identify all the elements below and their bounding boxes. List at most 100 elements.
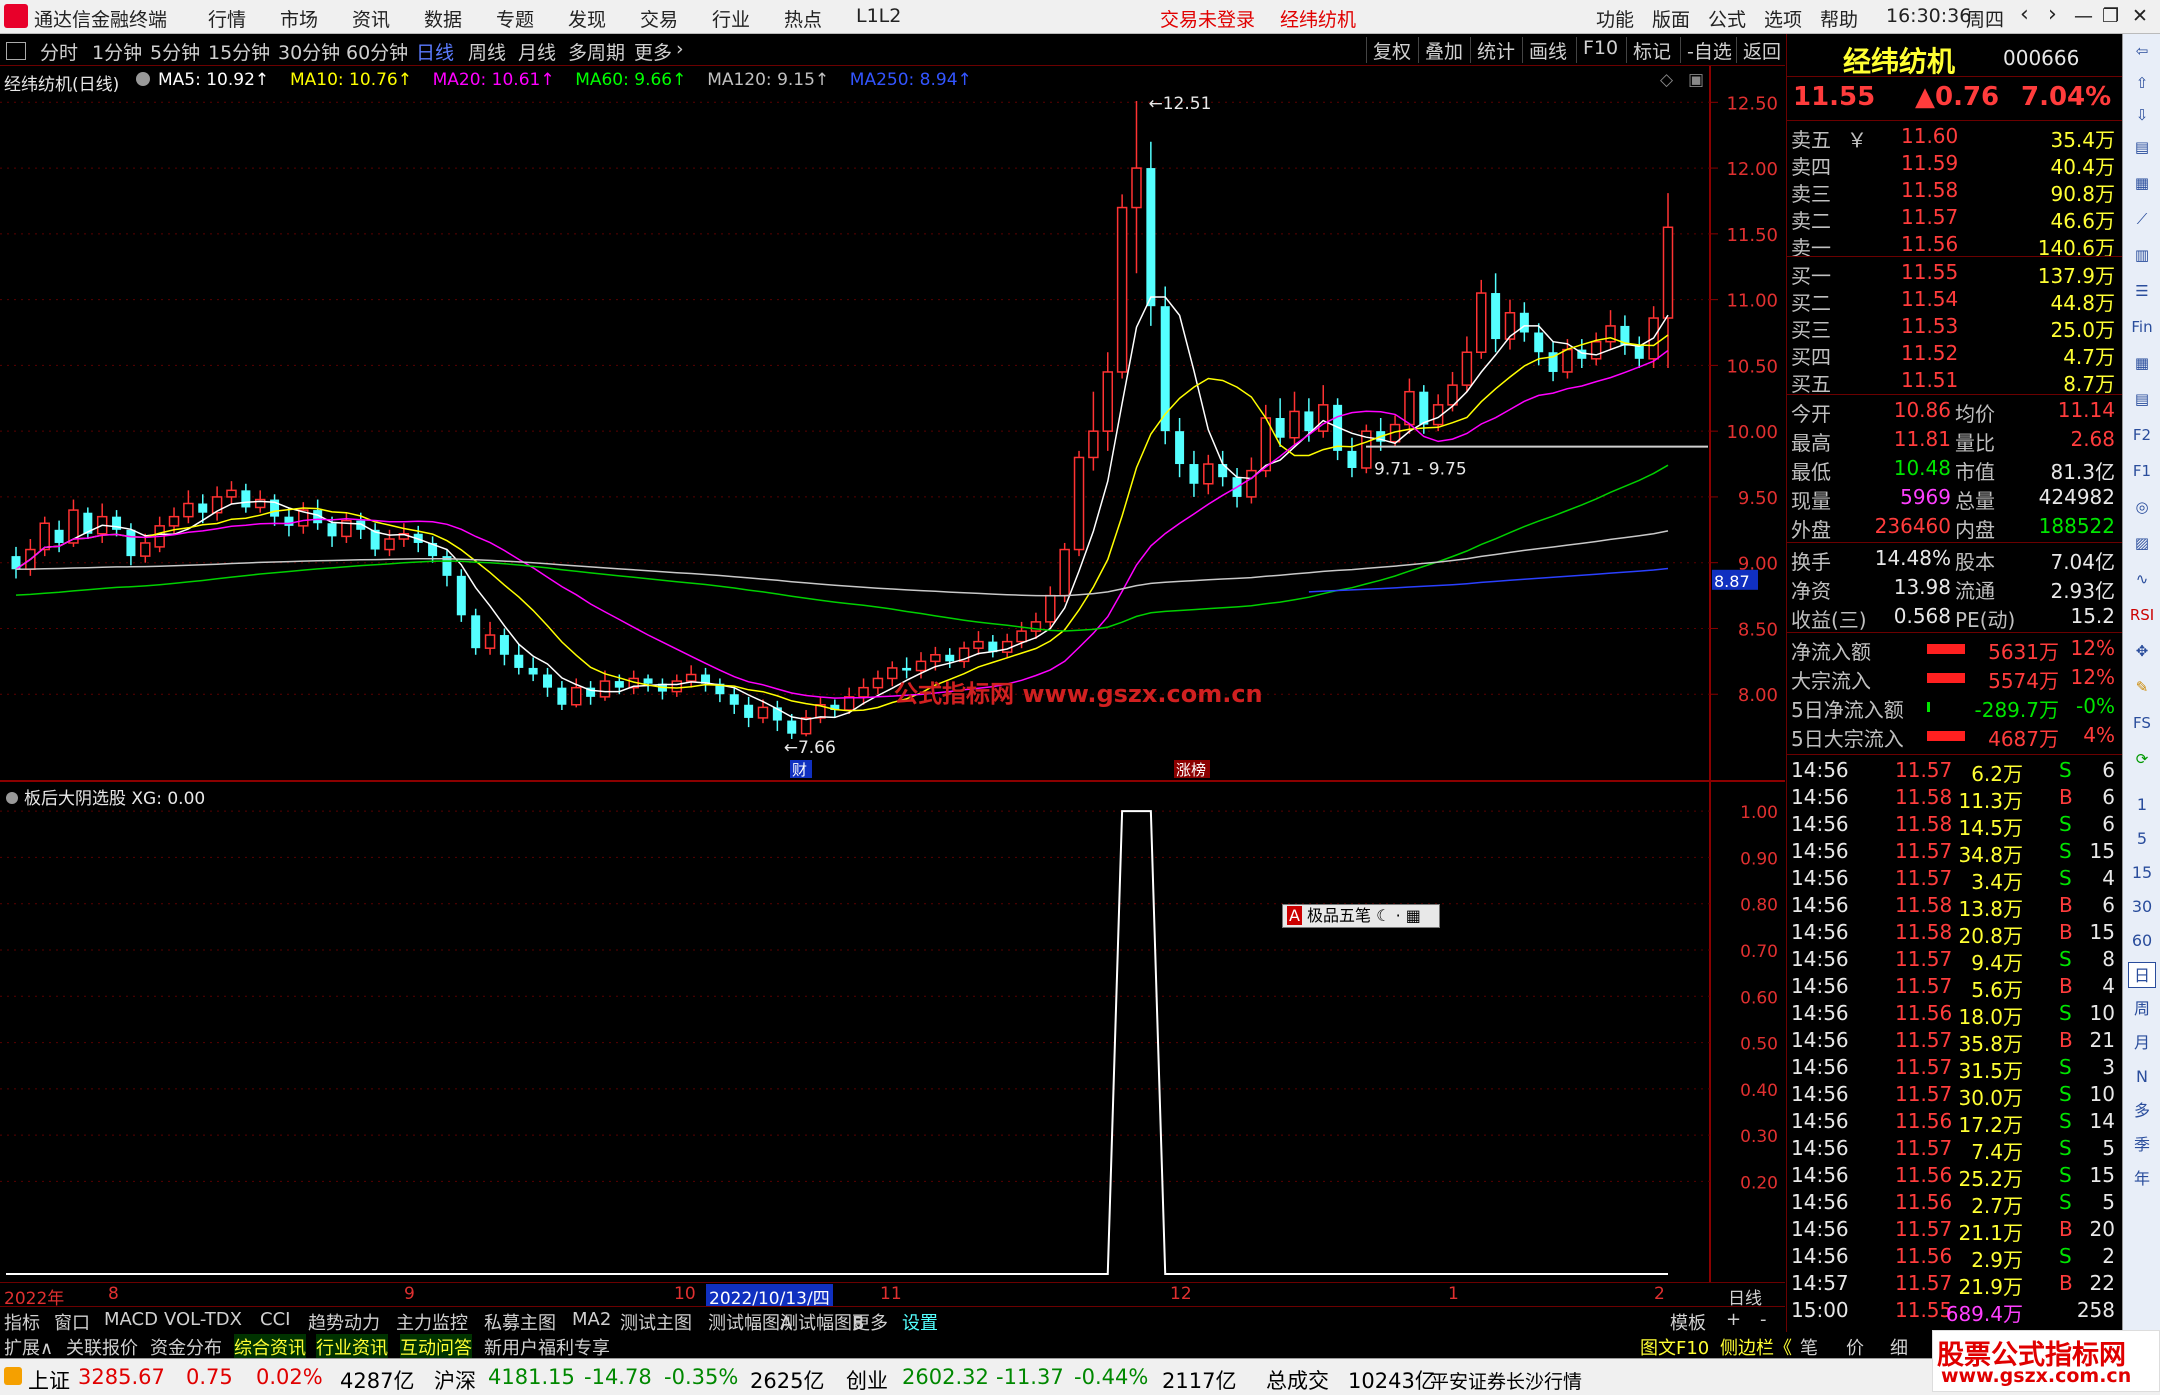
flow-key[interactable]: 大宗流入 bbox=[1791, 665, 1871, 694]
tick-side[interactable]: S bbox=[2059, 1190, 2072, 1214]
flow-row[interactable]: 大宗流入 5574万 12% bbox=[1791, 665, 2119, 694]
stat2-key[interactable]: PE(动) bbox=[1955, 604, 2015, 633]
tick-price[interactable]: 11.55 bbox=[1895, 1298, 1952, 1322]
tick-time[interactable]: 14:56 bbox=[1791, 812, 1849, 836]
ask-row[interactable]: 卖三 11.58 90.8万 bbox=[1791, 178, 2119, 206]
side-chart2-icon[interactable]: ▨ bbox=[2128, 530, 2156, 556]
indicator-right-btn[interactable]: + bbox=[1726, 1309, 1741, 1330]
tick-time[interactable]: 14:56 bbox=[1791, 758, 1849, 782]
period-daily[interactable]: 日线 bbox=[416, 38, 454, 65]
menu-item-bangzhu[interactable]: 帮助 bbox=[1820, 5, 1858, 32]
tool-fanhui[interactable]: 返回 bbox=[1736, 37, 1787, 63]
tick-row[interactable]: 14:56 11.57 31.5万 S 3 bbox=[1791, 1055, 2119, 1083]
bid-row[interactable]: 买二 11.54 44.8万 bbox=[1791, 287, 2119, 315]
tick-price[interactable]: 11.57 bbox=[1895, 947, 1952, 971]
tick-row[interactable]: 14:56 11.56 2.7万 S 5 bbox=[1791, 1190, 2119, 1219]
period-more[interactable]: 更多 bbox=[634, 38, 672, 65]
stat-value[interactable]: 11.14 bbox=[2058, 398, 2115, 422]
stat-row[interactable]: 今开 10.86 均价 11.14 bbox=[1791, 398, 2119, 426]
bid-label[interactable]: 买一 bbox=[1791, 260, 1831, 289]
stat-value[interactable]: 10.86 bbox=[1894, 398, 1951, 422]
side-wave-icon[interactable]: ∿ bbox=[2128, 566, 2156, 592]
period-fenshi[interactable]: 分时 bbox=[40, 38, 78, 65]
tick-side[interactable]: S bbox=[2059, 1001, 2072, 1025]
tick-volume[interactable]: 34.8万 bbox=[1958, 839, 2023, 868]
tick-row[interactable]: 14:56 11.56 2.9万 S 2 bbox=[1791, 1244, 2119, 1273]
period-60min[interactable]: 60分钟 bbox=[346, 38, 408, 65]
x-axis-label[interactable]: 8 bbox=[108, 1284, 119, 1304]
tick-price[interactable]: 11.57 bbox=[1895, 1082, 1952, 1106]
info-right-btn[interactable]: 笔 bbox=[1800, 1334, 1818, 1360]
side-f2-icon[interactable]: F2 bbox=[2128, 422, 2156, 448]
tick-price[interactable]: 11.58 bbox=[1895, 785, 1952, 809]
tick-time[interactable]: 14:56 bbox=[1791, 1055, 1849, 1079]
ma-legend-item[interactable]: MA250: 8.94↑ bbox=[850, 70, 972, 90]
bid-label[interactable]: 买五 bbox=[1791, 368, 1831, 397]
menu-item-gongneng[interactable]: 功能 bbox=[1596, 5, 1634, 32]
stat-key[interactable]: 外盘 bbox=[1791, 514, 1831, 543]
x-axis-label[interactable]: 12 bbox=[1170, 1284, 1192, 1304]
tick-volume[interactable]: 25.2万 bbox=[1958, 1163, 2023, 1192]
menu-item-zhuanti[interactable]: 专题 bbox=[496, 5, 534, 32]
tick-count[interactable]: 20 bbox=[2090, 1217, 2115, 1241]
menu-item-faxian[interactable]: 发现 bbox=[568, 5, 606, 32]
ma-legend-item[interactable]: MA20: 10.61↑ bbox=[433, 70, 555, 90]
tick-count[interactable]: 15 bbox=[2090, 839, 2115, 863]
tick-volume[interactable]: 7.4万 bbox=[1971, 1136, 2023, 1165]
stat-key[interactable]: 市值 bbox=[1955, 456, 1995, 485]
ask-currency-icon[interactable]: ￥ bbox=[1847, 124, 1867, 153]
side-period-8[interactable]: N bbox=[2128, 1064, 2156, 1090]
ask-volume[interactable]: 35.4万 bbox=[2050, 124, 2115, 153]
tick-price[interactable]: 11.57 bbox=[1895, 1217, 1952, 1241]
stat-value[interactable]: 188522 bbox=[2039, 514, 2115, 538]
tick-price[interactable]: 11.56 bbox=[1895, 1190, 1952, 1214]
ask-row[interactable]: 卖二 11.57 46.6万 bbox=[1791, 205, 2119, 233]
side-list-icon[interactable]: ☰ bbox=[2128, 278, 2156, 304]
minimize-icon[interactable]: — bbox=[2074, 5, 2093, 27]
tool-diejia[interactable]: 叠加 bbox=[1418, 37, 1469, 63]
info-tab[interactable]: 综合资讯 bbox=[234, 1334, 306, 1360]
tick-price[interactable]: 11.57 bbox=[1895, 974, 1952, 998]
tick-count[interactable]: 15 bbox=[2090, 1163, 2115, 1187]
tick-count[interactable]: 6 bbox=[2102, 785, 2115, 809]
zhangbang-marker[interactable]: 涨榜 bbox=[1176, 761, 1206, 779]
ime-dot-icon[interactable]: · bbox=[1396, 906, 1401, 925]
tick-volume[interactable]: 2.9万 bbox=[1971, 1244, 2023, 1273]
ask-row[interactable]: 卖四 11.59 40.4万 bbox=[1791, 151, 2119, 179]
flow-bar[interactable] bbox=[1927, 644, 1965, 654]
tick-side[interactable]: B bbox=[2059, 1217, 2073, 1241]
cy-name[interactable]: 创业 bbox=[846, 1365, 888, 1395]
menu-item-zixun[interactable]: 资讯 bbox=[352, 5, 390, 32]
menu-item-l1l2[interactable]: L1L2 bbox=[856, 5, 901, 27]
indicator-tab[interactable]: MACD bbox=[104, 1309, 158, 1330]
ask-price[interactable]: 11.59 bbox=[1901, 151, 1958, 175]
tick-volume[interactable]: 3.4万 bbox=[1971, 866, 2023, 895]
tool-f10[interactable]: F10 bbox=[1576, 37, 1624, 63]
tick-time[interactable]: 14:56 bbox=[1791, 1163, 1849, 1187]
tick-volume[interactable]: 21.1万 bbox=[1958, 1217, 2023, 1246]
info-right-btn[interactable]: 图文F10 bbox=[1640, 1334, 1709, 1360]
tick-time[interactable]: 14:56 bbox=[1791, 866, 1849, 890]
ime-moon-icon[interactable]: ☾ bbox=[1376, 906, 1390, 925]
ask-price[interactable]: 11.60 bbox=[1901, 124, 1958, 148]
stat-key[interactable]: 最低 bbox=[1791, 456, 1831, 485]
tick-time[interactable]: 14:56 bbox=[1791, 785, 1849, 809]
tick-volume[interactable]: 689.4万 bbox=[1946, 1298, 2023, 1327]
stat2-value[interactable]: 0.568 bbox=[1894, 604, 1951, 628]
side-period-7[interactable]: 月 bbox=[2128, 1030, 2156, 1056]
side-move-icon[interactable]: ✥ bbox=[2128, 638, 2156, 664]
tick-side[interactable]: B bbox=[2059, 920, 2073, 944]
side-refresh-icon[interactable]: ⟳ bbox=[2128, 746, 2156, 772]
period-30min[interactable]: 30分钟 bbox=[278, 38, 340, 65]
stat-value[interactable]: 236460 bbox=[1875, 514, 1951, 538]
bid-price[interactable]: 11.52 bbox=[1901, 341, 1958, 365]
tick-row[interactable]: 14:56 11.57 34.8万 S 15 bbox=[1791, 839, 2119, 868]
tick-side[interactable]: S bbox=[2059, 812, 2072, 836]
stat-value[interactable]: 2.68 bbox=[2070, 427, 2115, 451]
ask-price[interactable]: 11.58 bbox=[1901, 178, 1958, 202]
tick-volume[interactable]: 2.7万 bbox=[1971, 1190, 2023, 1219]
stat2-value[interactable]: 7.04亿 bbox=[2050, 546, 2115, 575]
tick-volume[interactable]: 35.8万 bbox=[1958, 1028, 2023, 1057]
tick-side[interactable]: B bbox=[2059, 1271, 2073, 1295]
tick-row[interactable]: 14:56 11.57 5.6万 B 4 bbox=[1791, 974, 2119, 1002]
